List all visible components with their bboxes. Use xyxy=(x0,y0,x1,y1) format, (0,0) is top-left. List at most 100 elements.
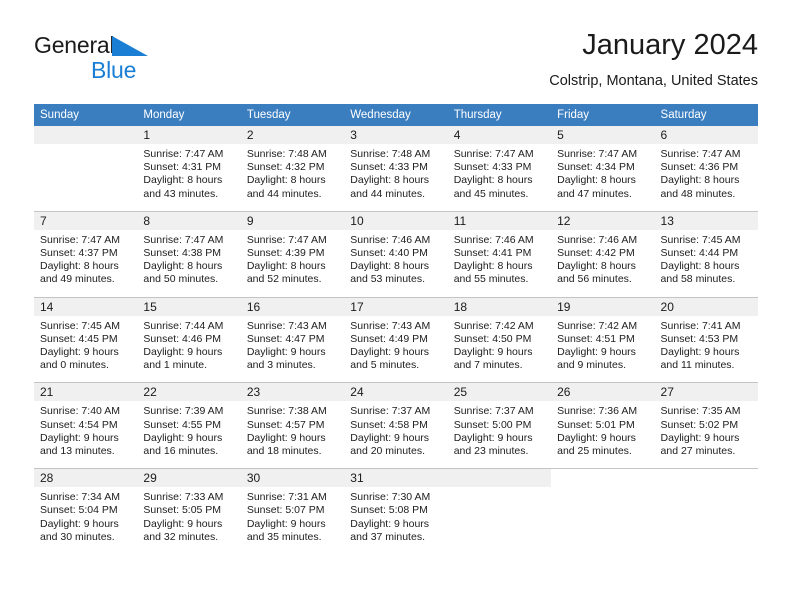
calendar-day-cell[interactable]: 15 Sunrise: 7:44 AM Sunset: 4:46 PM Dayligh… xyxy=(137,296,241,383)
calendar-day-cell[interactable]: 7 Sunrise: 7:47 AM Sunset: 4:37 PM Daylight… xyxy=(34,210,138,298)
day-number: 18 xyxy=(447,297,552,316)
sunset-text: Sunset: 4:33 PM xyxy=(453,161,532,174)
sunset-text: Sunset: 4:36 PM xyxy=(660,161,739,174)
day-number: 11 xyxy=(447,211,552,230)
sunset-text: Sunset: 4:42 PM xyxy=(557,247,635,260)
calendar-day-cell[interactable]: 13 Sunrise: 7:45 AM Sunset: 4:44 PM Dayligh… xyxy=(654,210,758,298)
sunset-text: Sunset: 4:55 PM xyxy=(143,418,222,431)
calendar-day-cell[interactable]: 16 Sunrise: 7:43 AM Sunset: 4:47 PM Dayligh… xyxy=(240,296,345,383)
calendar-day-cell[interactable]: 21 Sunrise: 7:40 AM Sunset: 4:54 PM Dayligh… xyxy=(34,382,138,469)
calendar-day-cell[interactable]: 11 Sunrise: 7:46 AM Sunset: 4:41 PM Dayligh… xyxy=(447,210,552,298)
calendar-day-cell[interactable]: 23 Sunrise: 7:38 AM Sunset: 4:57 PM Dayligh… xyxy=(240,382,345,469)
day-details: Sunrise: 7:34 AM Sunset: 5:04 PM Daylight:… xyxy=(34,487,137,554)
daylight-text: Daylight: 8 hours and 49 minutes. xyxy=(40,260,119,286)
daylight-text: Daylight: 8 hours and 53 minutes. xyxy=(350,260,430,286)
calendar-day-cell[interactable]: 20 Sunrise: 7:41 AM Sunset: 4:53 PM Dayligh… xyxy=(654,296,758,383)
daylight-text: Daylight: 9 hours and 16 minutes. xyxy=(143,431,223,458)
daylight-text: Daylight: 9 hours and 1 minute. xyxy=(143,346,223,372)
sunrise-text: Sunrise: 7:47 AM xyxy=(557,148,638,160)
calendar-body: 1 Sunrise: 7:47 AM Sunset: 4:31 PM Daylight… xyxy=(34,126,758,555)
calendar-day-cell[interactable]: 8 Sunrise: 7:47 AM Sunset: 4:38 PM Daylight… xyxy=(137,210,241,298)
sunset-text: Sunset: 5:04 PM xyxy=(40,504,118,517)
calendar-week-row: 28 Sunrise: 7:34 AM Sunset: 5:04 PM Dayligh… xyxy=(34,468,758,555)
day-number: 15 xyxy=(137,297,241,316)
day-number: 6 xyxy=(654,126,758,144)
calendar-day-cell[interactable]: 26 Sunrise: 7:36 AM Sunset: 5:01 PM Dayligh… xyxy=(551,382,655,469)
calendar-day-cell[interactable]: 24 Sunrise: 7:37 AM Sunset: 4:58 PM Dayligh… xyxy=(344,382,448,469)
sunset-text: Sunset: 5:05 PM xyxy=(143,504,222,517)
daylight-text: Daylight: 9 hours and 5 minutes. xyxy=(350,346,430,372)
calendar-day-cell[interactable]: 19 Sunrise: 7:42 AM Sunset: 4:51 PM Dayligh… xyxy=(551,296,655,383)
calendar-day-cell[interactable]: 22 Sunrise: 7:39 AM Sunset: 4:55 PM Dayligh… xyxy=(137,382,241,469)
calendar-day-cell[interactable]: 18 Sunrise: 7:42 AM Sunset: 4:50 PM Dayligh… xyxy=(447,296,552,383)
sunrise-text: Sunrise: 7:46 AM xyxy=(557,233,638,246)
day-number: 10 xyxy=(344,211,448,230)
day-details: Sunrise: 7:41 AM Sunset: 4:53 PM Daylight:… xyxy=(655,316,758,383)
calendar-day-cell[interactable]: 3 Sunrise: 7:48 AM Sunset: 4:33 PM Daylight… xyxy=(344,126,448,211)
calendar-day-cell[interactable]: 12 Sunrise: 7:46 AM Sunset: 4:42 PM Dayligh… xyxy=(551,210,655,298)
sunrise-text: Sunrise: 7:47 AM xyxy=(40,233,120,246)
daylight-text: Daylight: 8 hours and 52 minutes. xyxy=(246,260,326,286)
calendar-day-cell[interactable]: 5 Sunrise: 7:47 AM Sunset: 4:34 PM Daylight… xyxy=(551,126,655,211)
sunrise-text: Sunrise: 7:47 AM xyxy=(453,148,534,160)
day-details: Sunrise: 7:47 AM Sunset: 4:39 PM Daylight:… xyxy=(241,230,344,297)
day-number: 25 xyxy=(447,383,552,402)
calendar-day-cell[interactable]: 31 Sunrise: 7:30 AM Sunset: 5:08 PM Dayligh… xyxy=(344,468,448,555)
daylight-text: Daylight: 8 hours and 55 minutes. xyxy=(453,260,533,286)
calendar-day-cell[interactable]: 17 Sunrise: 7:43 AM Sunset: 4:49 PM Dayligh… xyxy=(344,296,448,383)
sunrise-text: Sunrise: 7:43 AM xyxy=(246,319,327,332)
daylight-text: Daylight: 9 hours and 30 minutes. xyxy=(40,517,119,543)
daylight-text: Daylight: 8 hours and 50 minutes. xyxy=(143,260,223,286)
calendar-day-cell[interactable]: 30 Sunrise: 7:31 AM Sunset: 5:07 PM Dayligh… xyxy=(240,468,345,555)
daylight-text: Daylight: 9 hours and 0 minutes. xyxy=(40,346,119,372)
day-number xyxy=(551,469,654,487)
daylight-text: Daylight: 9 hours and 9 minutes. xyxy=(557,346,636,372)
calendar-day-cell[interactable]: 27 Sunrise: 7:35 AM Sunset: 5:02 PM Dayligh… xyxy=(654,382,758,469)
daylight-text: Daylight: 8 hours and 58 minutes. xyxy=(660,260,740,286)
calendar-day-cell[interactable]: 10 Sunrise: 7:46 AM Sunset: 4:40 PM Dayligh… xyxy=(344,210,448,298)
sunset-text: Sunset: 4:57 PM xyxy=(246,418,325,431)
daylight-text: Daylight: 9 hours and 7 minutes. xyxy=(453,346,533,372)
day-details: Sunrise: 7:33 AM Sunset: 5:05 PM Daylight:… xyxy=(137,487,240,554)
day-number: 24 xyxy=(344,383,448,402)
sunrise-text: Sunrise: 7:48 AM xyxy=(246,148,327,160)
day-details: Sunrise: 7:42 AM Sunset: 4:51 PM Daylight:… xyxy=(551,316,654,383)
day-number: 13 xyxy=(654,211,758,230)
daylight-text: Daylight: 8 hours and 48 minutes. xyxy=(660,174,740,200)
calendar-day-cell[interactable]: 4 Sunrise: 7:47 AM Sunset: 4:33 PM Daylight… xyxy=(447,126,552,211)
sunrise-text: Sunrise: 7:37 AM xyxy=(350,405,431,418)
day-details: Sunrise: 7:48 AM Sunset: 4:32 PM Daylight:… xyxy=(241,144,344,211)
calendar-day-cell[interactable]: 9 Sunrise: 7:47 AM Sunset: 4:39 PM Daylight… xyxy=(240,210,345,298)
day-number: 30 xyxy=(240,469,345,488)
day-details: Sunrise: 7:40 AM Sunset: 4:54 PM Daylight:… xyxy=(34,401,137,468)
daylight-text: Daylight: 9 hours and 13 minutes. xyxy=(40,431,119,458)
day-details xyxy=(34,144,137,206)
sunset-text: Sunset: 5:01 PM xyxy=(557,418,635,431)
calendar-empty-cell xyxy=(551,468,655,555)
sunrise-text: Sunrise: 7:46 AM xyxy=(453,233,534,246)
calendar-header-row: Sunday Monday Tuesday Wednesday Thursday… xyxy=(34,104,758,126)
calendar-day-cell[interactable]: 2 Sunrise: 7:48 AM Sunset: 4:32 PM Daylight… xyxy=(240,126,345,211)
sunset-text: Sunset: 4:40 PM xyxy=(350,247,428,260)
calendar-day-cell[interactable]: 1 Sunrise: 7:47 AM Sunset: 4:31 PM Daylight… xyxy=(137,126,241,211)
day-details xyxy=(551,487,654,549)
calendar-day-cell[interactable]: 6 Sunrise: 7:47 AM Sunset: 4:36 PM Daylight… xyxy=(654,126,758,211)
logo-wordmark-top: General xyxy=(34,34,149,58)
sunrise-text: Sunrise: 7:38 AM xyxy=(246,405,327,418)
calendar-day-cell[interactable]: 14 Sunrise: 7:45 AM Sunset: 4:45 PM Dayligh… xyxy=(34,296,138,383)
calendar-day-cell[interactable]: 25 Sunrise: 7:37 AM Sunset: 5:00 PM Dayligh… xyxy=(447,382,552,469)
day-number: 3 xyxy=(344,126,448,144)
day-details: Sunrise: 7:46 AM Sunset: 4:41 PM Daylight:… xyxy=(448,230,551,297)
day-details: Sunrise: 7:31 AM Sunset: 5:07 PM Daylight:… xyxy=(241,487,344,554)
sunset-text: Sunset: 5:08 PM xyxy=(350,504,428,517)
sunrise-text: Sunrise: 7:45 AM xyxy=(660,233,741,246)
calendar-week-row: 21 Sunrise: 7:40 AM Sunset: 4:54 PM Dayligh… xyxy=(34,382,758,469)
day-number: 26 xyxy=(551,383,655,402)
calendar-day-cell[interactable]: 28 Sunrise: 7:34 AM Sunset: 5:04 PM Dayligh… xyxy=(34,468,138,555)
calendar-day-cell[interactable]: 29 Sunrise: 7:33 AM Sunset: 5:05 PM Dayligh… xyxy=(137,468,241,555)
calendar-empty-cell xyxy=(654,468,758,555)
page-subtitle: Colstrip, Montana, United States xyxy=(549,72,758,89)
sunset-text: Sunset: 4:38 PM xyxy=(143,247,222,260)
general-blue-logo[interactable]: General Blue xyxy=(34,28,234,82)
sunrise-text: Sunrise: 7:46 AM xyxy=(350,233,431,246)
